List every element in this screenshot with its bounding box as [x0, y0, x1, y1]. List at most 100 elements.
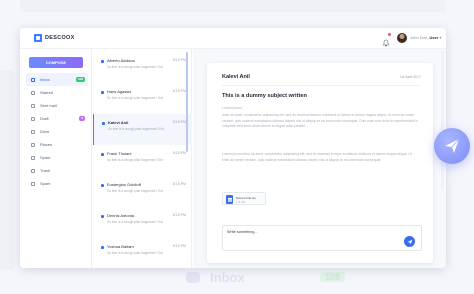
- mail-time: 8:15 PM: [172, 151, 186, 155]
- mail-app-window: DESCOOX John Doe, User ▾ COMPOSE Inbox 1…: [20, 28, 446, 268]
- mail-snippet: So ther is a wough plan happened ! Ent: [107, 96, 163, 100]
- list-item[interactable]: Frank Thulani 8:15 PM So ther is a wough…: [93, 145, 192, 176]
- file-icon: [226, 195, 233, 204]
- list-item[interactable]: Dennis Antonia 8:15 PM So ther is a woug…: [93, 207, 192, 238]
- places-icon: [31, 142, 35, 147]
- sidebar-item-label: Drive: [40, 129, 50, 134]
- draft-count-badge: 6: [79, 116, 85, 121]
- background-sidebar: [0, 70, 14, 270]
- mail-time: 8:15 PM: [172, 182, 186, 186]
- sidebar-item-starred[interactable]: Starred: [26, 86, 88, 99]
- drive-icon: [31, 129, 35, 134]
- message-card: Kalevi Anil 1st April 2017 This is a dum…: [207, 63, 433, 263]
- mail-sender: Hans Agassiz: [107, 89, 132, 94]
- user-role: User: [429, 35, 439, 40]
- sidebar-item-sent-mail[interactable]: Sent mail: [26, 99, 88, 112]
- message-paragraph-2: Lorem ipsum dolor sit amet, consectetur …: [222, 152, 412, 162]
- mail-snippet: So ther is a wough plan happened ! Ent: [107, 158, 163, 162]
- message-subject: This is a dummy subject written: [222, 93, 307, 99]
- sidebar-item-label: Trash: [40, 168, 51, 173]
- list-item[interactable]: Hans Agassiz 8:15 PM So ther is a wough …: [93, 83, 192, 114]
- mail-time: 8:15 PM: [172, 213, 186, 217]
- reply-box: [222, 225, 422, 251]
- background-inbox-icon: [186, 272, 200, 283]
- sidebar-item-spam[interactable]: Spam: [26, 151, 88, 164]
- message-greeting: Lorem ipsum,: [222, 106, 243, 110]
- unread-dot: [101, 184, 104, 187]
- reply-input[interactable]: [227, 230, 377, 234]
- sidebar-item-label: Sent mail: [40, 103, 57, 108]
- mail-sender: Yoshua Balfam: [107, 244, 134, 249]
- bell-icon: [382, 39, 390, 47]
- list-item[interactable]: Eustergios Goldloff 8:15 PM So ther is a…: [93, 176, 192, 207]
- logo[interactable]: DESCOOX: [34, 34, 75, 42]
- inbox-icon: [31, 77, 35, 82]
- list-item[interactable]: Alberto Addison 8:15 PM So ther is a wou…: [93, 52, 192, 83]
- notification-bell-icon[interactable]: [382, 33, 391, 47]
- sidebar-item-spam-2[interactable]: Spam: [26, 177, 88, 190]
- sidebar-item-label: Spam: [40, 181, 51, 186]
- sidebar-item-trash[interactable]: Trash: [26, 164, 88, 177]
- sidebar: COMPOSE Inbox 108 Starred Sent mail Draf…: [20, 49, 92, 268]
- user-name: John Doe,: [410, 35, 429, 40]
- attachment-size: 3.5 KB: [236, 200, 246, 204]
- mail-snippet: So ther is a wough plan happened ! Ent: [107, 220, 163, 224]
- spam-icon: [31, 181, 35, 186]
- avatar[interactable]: [397, 33, 407, 43]
- sidebar-nav: Inbox 108 Starred Sent mail Draft 6 Driv…: [26, 73, 88, 190]
- sidebar-item-label: Draft: [40, 116, 49, 121]
- message-paragraph-1: dolor sit amet, consectetur adipisicing …: [222, 113, 419, 128]
- floating-send-button[interactable]: [434, 128, 470, 164]
- inbox-count-badge: 108: [75, 77, 85, 82]
- unread-dot: [101, 60, 104, 63]
- background-topbar: [20, 0, 446, 12]
- send-button[interactable]: [404, 236, 415, 247]
- sidebar-item-draft[interactable]: Draft 6: [26, 112, 88, 125]
- send-icon: [31, 103, 35, 108]
- sidebar-item-inbox[interactable]: Inbox 108: [26, 73, 88, 86]
- sidebar-item-label: Places: [40, 142, 53, 147]
- attachment[interactable]: Source File.zip 3.5 KB: [222, 192, 266, 205]
- sidebar-item-drive[interactable]: Drive: [26, 125, 88, 138]
- mail-list: Alberto Addison 8:15 PM So ther is a wou…: [93, 49, 192, 268]
- mail-snippet: So ther is a wough plan happened ! Ent: [107, 189, 163, 193]
- unread-dot: [101, 246, 104, 249]
- notification-dot: [388, 33, 391, 36]
- unread-dot: [101, 215, 104, 218]
- background-badge: 108: [320, 272, 346, 282]
- top-bar: DESCOOX John Doe, User ▾: [20, 28, 446, 49]
- mail-sender: Dennis Antonia: [107, 213, 134, 218]
- paper-plane-icon: [407, 239, 412, 244]
- message-date: 1st April 2017: [399, 75, 421, 79]
- mail-snippet: So ther is a wough plan happened ! Ent: [107, 251, 163, 255]
- star-icon: [31, 90, 35, 95]
- draft-icon: [31, 116, 35, 121]
- attachment-name: Source File.zip: [236, 195, 256, 200]
- background-inbox-text: Inbox: [210, 270, 245, 285]
- reading-pane: Kalevi Anil 1st April 2017 This is a dum…: [193, 49, 446, 268]
- mail-time: 8:15 PM: [172, 58, 186, 62]
- spam-icon: [31, 155, 35, 160]
- mail-time: 8:15 PM: [172, 120, 186, 124]
- mail-list-scrollbar[interactable]: [186, 52, 188, 152]
- list-item[interactable]: Yoshua Balfam 8:15 PM So ther is a wough…: [93, 238, 192, 268]
- unread-dot: [101, 91, 104, 94]
- message-sender: Kalevi Anil: [222, 74, 250, 80]
- sidebar-item-label: Inbox: [40, 77, 50, 82]
- unread-dot: [102, 122, 105, 125]
- sidebar-item-places[interactable]: Places: [26, 138, 88, 151]
- list-item-active[interactable]: Kalevi Anil 8:15 PM So ther is a wough p…: [93, 114, 192, 145]
- chevron-down-icon: ▾: [439, 35, 442, 40]
- mail-sender: Frank Thulani: [107, 151, 132, 156]
- reading-pane-scrollbar[interactable]: [441, 50, 444, 190]
- user-menu[interactable]: John Doe, User ▾: [410, 35, 441, 40]
- mail-time: 8:15 PM: [172, 244, 186, 248]
- logo-icon: [34, 34, 42, 42]
- mail-sender: Eustergios Goldloff: [107, 182, 141, 187]
- mail-sender: Kalevi Anil: [108, 120, 129, 125]
- compose-button[interactable]: COMPOSE: [29, 57, 83, 68]
- mail-time: 8:15 PM: [172, 89, 186, 93]
- trash-icon: [31, 168, 35, 173]
- mail-snippet: So ther is a wough plan happened ! Ent: [107, 65, 163, 69]
- mail-snippet: So ther is a wough plan happened ! Ent: [108, 127, 164, 131]
